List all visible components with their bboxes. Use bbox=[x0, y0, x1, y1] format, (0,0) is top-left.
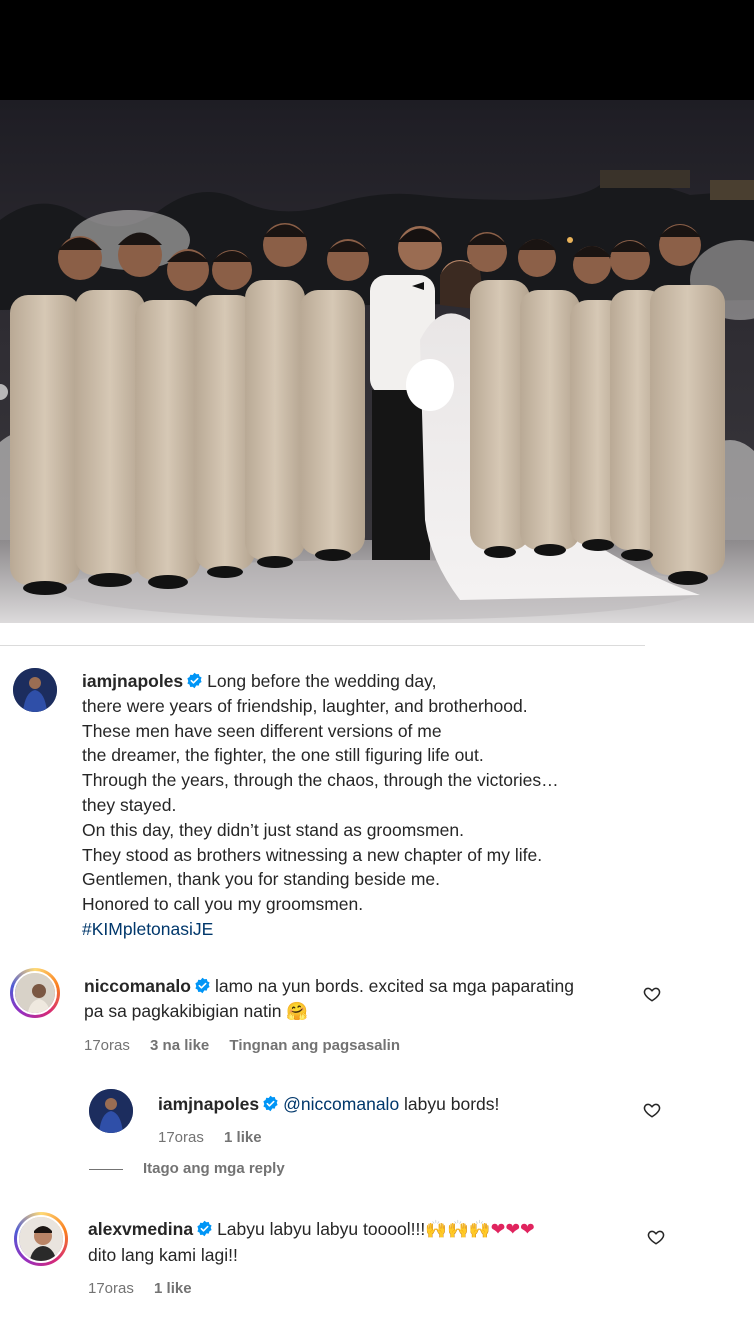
caption-line: These men have seen different versions o… bbox=[82, 720, 442, 741]
comment-likes[interactable]: 3 na like bbox=[150, 1037, 209, 1054]
hashtag-link[interactable]: #KIMpletonasiJE bbox=[82, 919, 213, 939]
reply-username[interactable]: iamjnapoles bbox=[158, 1094, 259, 1114]
post-photo[interactable] bbox=[0, 100, 754, 623]
caption-line: Long before the wedding day, bbox=[207, 671, 437, 691]
caption-username[interactable]: iamjnapoles bbox=[82, 671, 183, 691]
commenter-avatar[interactable] bbox=[14, 1212, 68, 1266]
comment-username[interactable]: niccomanalo bbox=[84, 976, 191, 996]
reply-likes[interactable]: 1 like bbox=[224, 1129, 262, 1146]
caption-line: the dreamer, the fighter, the one still … bbox=[82, 745, 484, 766]
caption-line: Gentlemen, thank you for standing beside… bbox=[82, 869, 440, 890]
hide-replies-label: Itago ang mga reply bbox=[143, 1160, 285, 1177]
caption-line: they stayed. bbox=[82, 794, 177, 815]
hugging-emoji: 🤗 bbox=[286, 1001, 309, 1022]
comment-username[interactable]: alexvmedina bbox=[88, 1219, 193, 1239]
caption-line: On this day, they didn’t just stand as g… bbox=[82, 819, 464, 840]
comment-time: 17oras bbox=[84, 1037, 130, 1054]
author-avatar[interactable] bbox=[13, 668, 57, 712]
section-divider bbox=[0, 645, 645, 646]
caption-line: Honored to call you my groomsmen. bbox=[82, 894, 364, 915]
comment-body: niccomanalo lamo na yun bords. excited sa… bbox=[84, 974, 624, 1025]
caption-line: They stood as brothers witnessing a new … bbox=[82, 844, 543, 865]
comment-likes[interactable]: 1 like bbox=[154, 1280, 192, 1297]
comment-time: 17oras bbox=[88, 1280, 134, 1297]
reply-author-avatar[interactable] bbox=[89, 1089, 133, 1133]
comment-meta: 17oras 3 na like Tingnan ang pagsasalin bbox=[84, 1037, 416, 1054]
red-heart-emoji: ❤❤❤ bbox=[490, 1220, 535, 1240]
raised-hands-emoji: 🙌🙌🙌 bbox=[425, 1220, 491, 1240]
commenter-avatar[interactable] bbox=[10, 968, 60, 1018]
wedding-photo-illustration bbox=[0, 100, 754, 623]
comment-text: dito lang kami lagi!! bbox=[88, 1244, 238, 1265]
reply-thread-line bbox=[89, 1168, 123, 1170]
verified-badge-icon bbox=[195, 977, 210, 994]
top-black-bar bbox=[0, 0, 754, 100]
caption-line: there were years of friendship, laughter… bbox=[82, 695, 528, 716]
comment-text: pa sa pagkakibigian natin bbox=[84, 1000, 282, 1021]
reply-body: iamjnapoles @niccomanalo labyu bords! bbox=[158, 1092, 628, 1117]
post-caption: iamjnapoles Long before the wedding day, … bbox=[82, 669, 642, 942]
reply-text: labyu bords! bbox=[404, 1094, 500, 1114]
comment-body: alexvmedina Labyu labyu labyu tooool!!!🙌🙌… bbox=[88, 1217, 628, 1268]
comment-text: lamo na yun bords. excited sa mga papara… bbox=[214, 976, 574, 996]
heart-outline-icon[interactable] bbox=[643, 1101, 661, 1119]
comment-text: Labyu labyu labyu tooool!!! bbox=[217, 1219, 426, 1239]
translate-link[interactable]: Tingnan ang pagsasalin bbox=[229, 1037, 400, 1054]
comment-meta: 17oras 1 like bbox=[88, 1280, 208, 1297]
hide-replies-button[interactable]: Itago ang mga reply bbox=[89, 1160, 285, 1177]
caption-line: Through the years, through the chaos, th… bbox=[82, 770, 559, 791]
mention-link[interactable]: @niccomanalo bbox=[283, 1094, 399, 1114]
verified-badge-icon bbox=[197, 1220, 212, 1237]
reply-time: 17oras bbox=[158, 1129, 204, 1146]
heart-outline-icon[interactable] bbox=[643, 985, 661, 1003]
reply-meta: 17oras 1 like bbox=[158, 1129, 278, 1146]
heart-outline-icon[interactable] bbox=[647, 1228, 665, 1246]
verified-badge-icon bbox=[263, 1095, 278, 1112]
verified-badge-icon bbox=[187, 672, 202, 689]
